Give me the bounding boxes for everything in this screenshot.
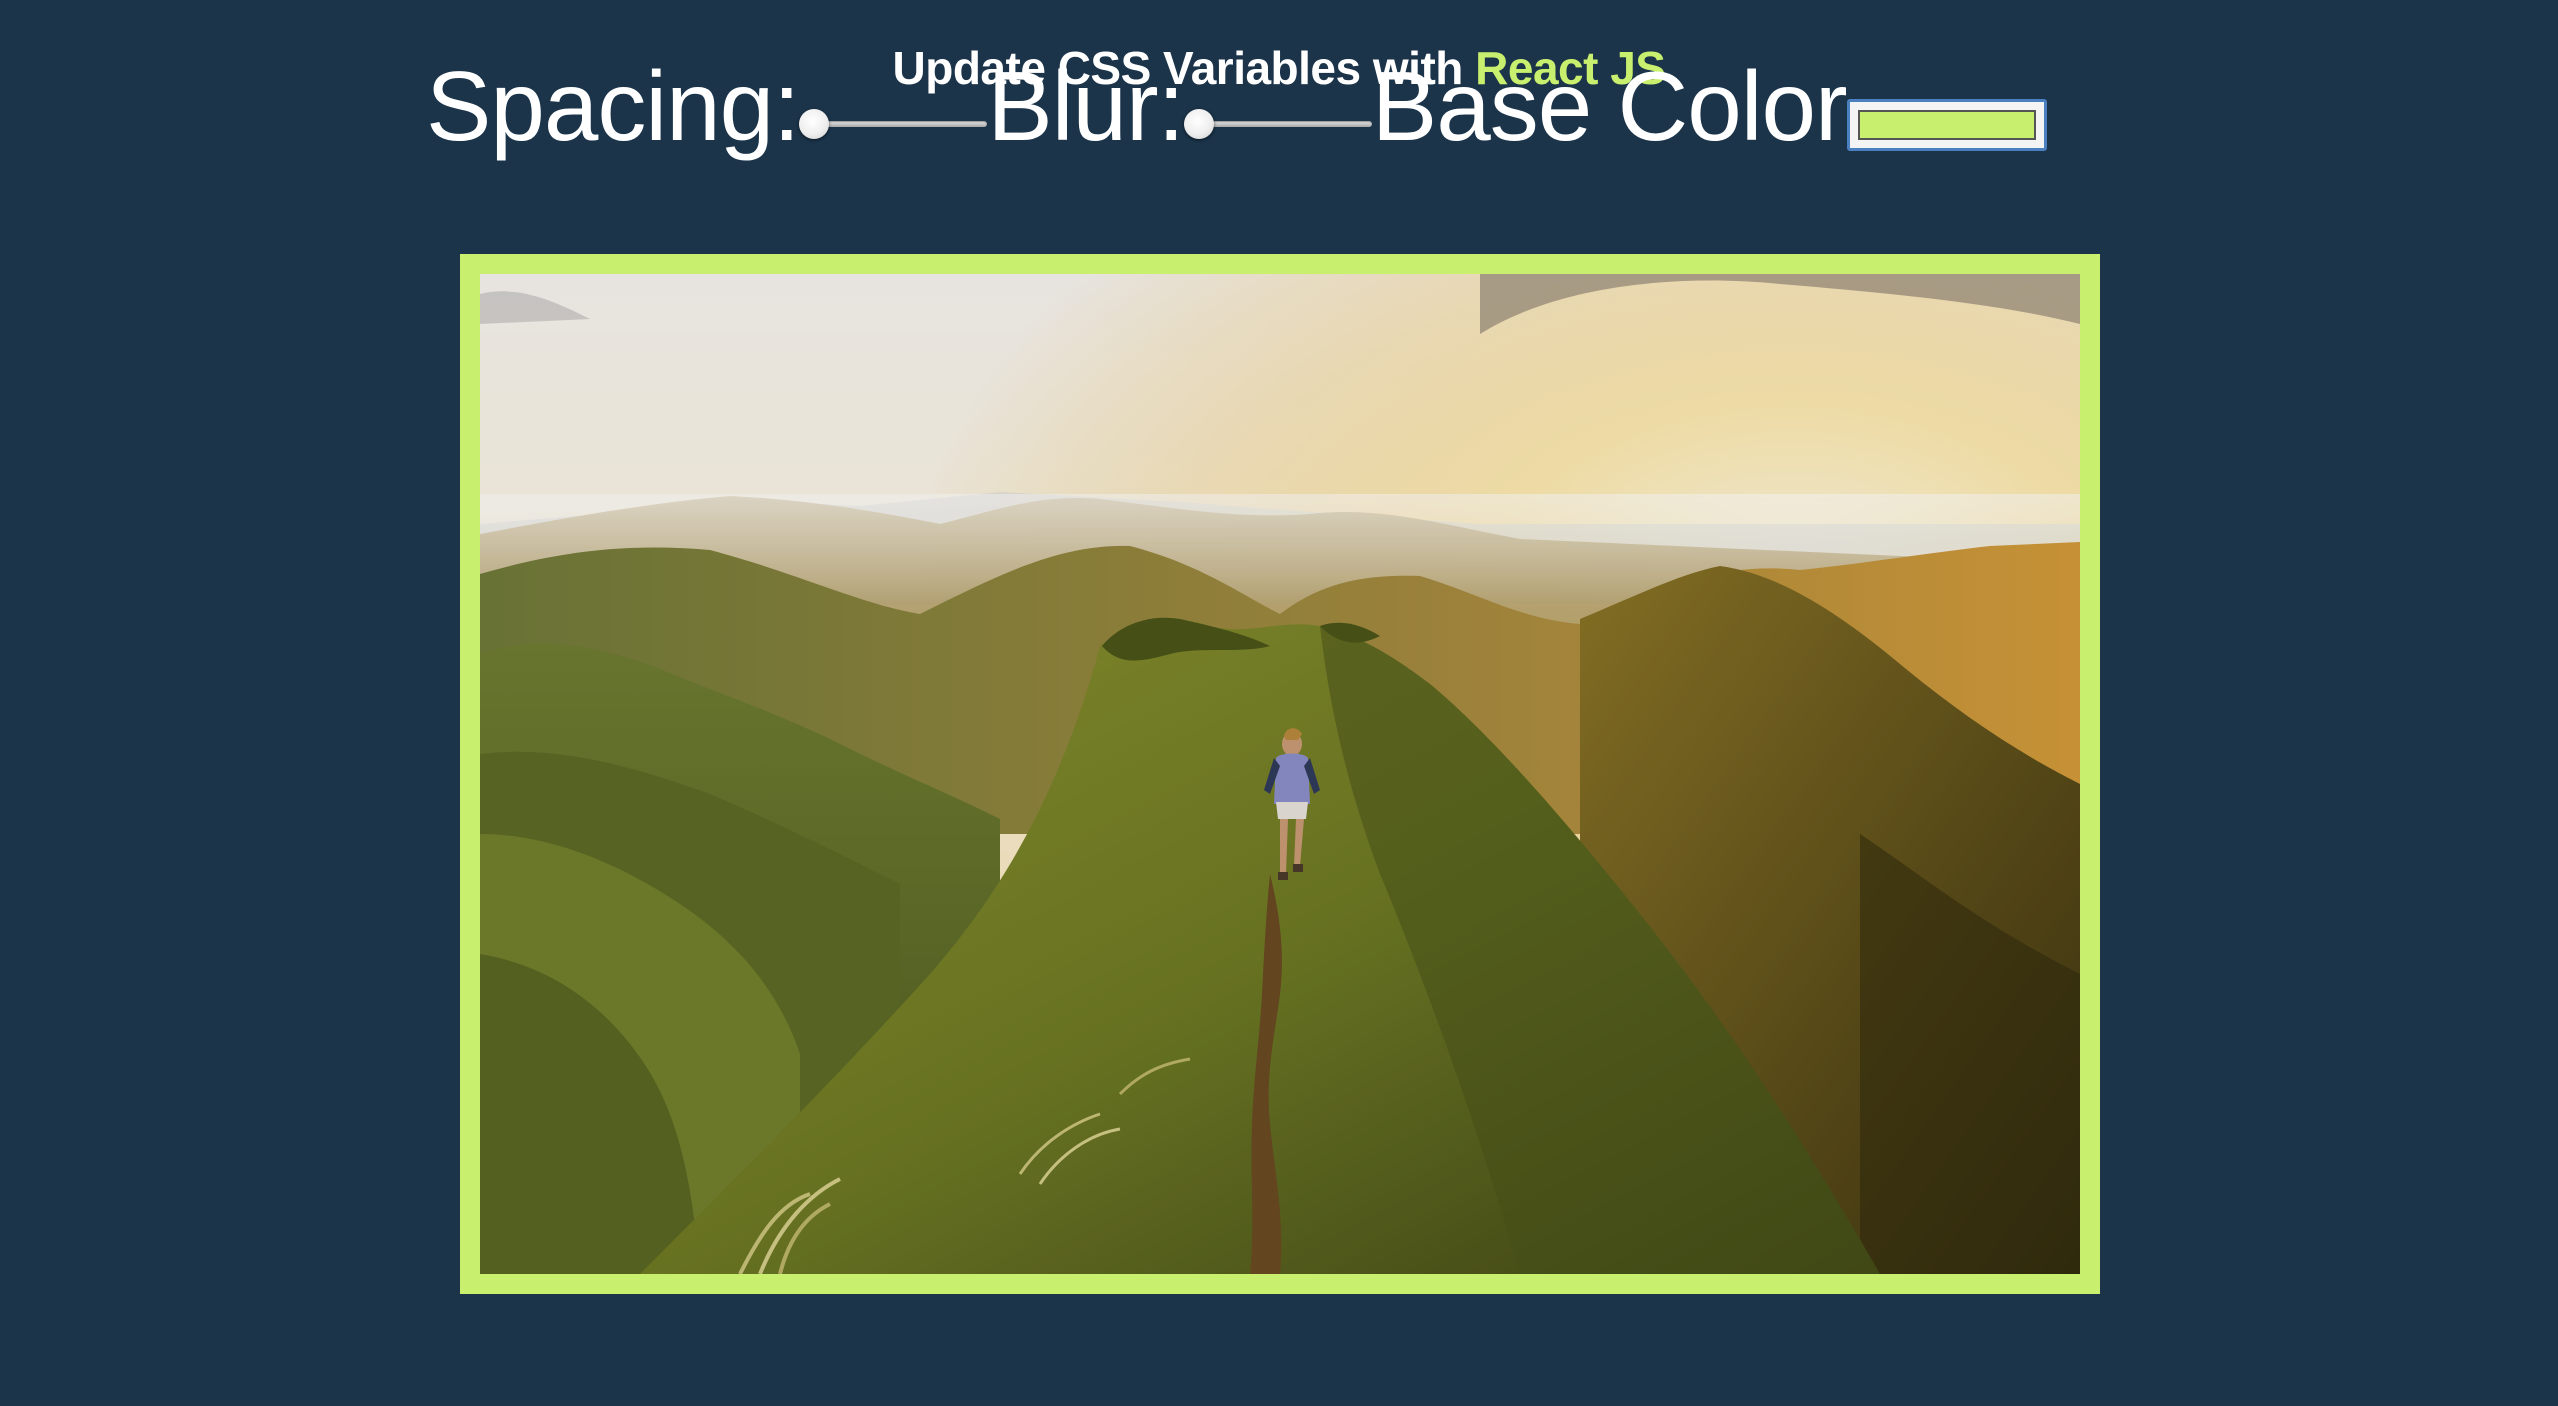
base-color-picker[interactable] [1846, 99, 2047, 151]
spacing-slider[interactable] [799, 109, 988, 139]
blur-label: Blur: [987, 51, 1185, 161]
base-color-label: Base Color [1371, 51, 1848, 161]
blur-slider[interactable] [1183, 109, 1372, 139]
base-color-swatch [1857, 110, 2036, 140]
landscape-photo [480, 274, 2080, 1274]
page: Update CSS Variables with React JS Spaci… [0, 0, 2558, 1406]
spacing-slider-thumb[interactable] [799, 109, 830, 139]
spacing-slider-track [807, 121, 988, 127]
controls-bar: Spacing: Blur: Base Color [426, 46, 2047, 166]
photo-frame [460, 254, 2100, 1294]
spacing-label: Spacing: [426, 51, 800, 161]
blur-slider-thumb[interactable] [1183, 109, 1214, 139]
blur-slider-track [1191, 121, 1372, 127]
